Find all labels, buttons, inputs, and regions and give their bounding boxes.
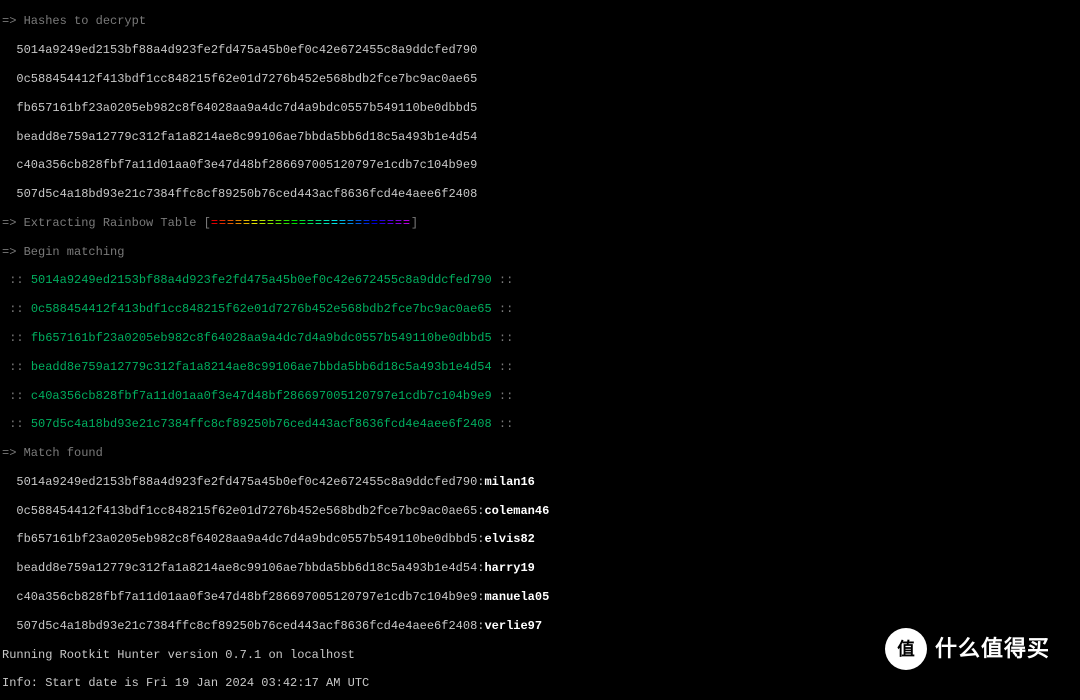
hash-line: c40a356cb828fbf7a11d01aa0f3e47d48bf28669…	[2, 158, 1078, 172]
hashes-header: => Hashes to decrypt	[2, 14, 1078, 28]
match-row: :: 0c588454412f413bdf1cc848215f62e01d727…	[2, 302, 1078, 316]
match-hash: fb657161bf23a0205eb982c8f64028aa9a4dc7d4…	[31, 331, 492, 345]
match-hash: 0c588454412f413bdf1cc848215f62e01d7276b4…	[31, 302, 492, 316]
found-hash: fb657161bf23a0205eb982c8f64028aa9a4dc7d4…	[16, 532, 477, 546]
hash-line: 507d5c4a18bd93e21c7384ffc8cf89250b76ced4…	[2, 187, 1078, 201]
found-hash: c40a356cb828fbf7a11d01aa0f3e47d48bf28669…	[16, 590, 477, 604]
watermark-badge-icon: 值	[885, 628, 927, 670]
info-line: Info: Start date is Fri 19 Jan 2024 03:4…	[2, 676, 1078, 690]
found-hash: 0c588454412f413bdf1cc848215f62e01d7276b4…	[16, 504, 477, 518]
hash-line: 0c588454412f413bdf1cc848215f62e01d7276b4…	[2, 72, 1078, 86]
found-password: manuela05	[484, 590, 549, 604]
found-password: elvis82	[484, 532, 534, 546]
found-row: c40a356cb828fbf7a11d01aa0f3e47d48bf28669…	[2, 590, 1078, 604]
found-password: milan16	[484, 475, 534, 489]
rainbow-bar-icon: =========================	[211, 216, 411, 230]
found-row: 0c588454412f413bdf1cc848215f62e01d7276b4…	[2, 504, 1078, 518]
extracting-suffix: ]	[411, 216, 418, 230]
hash-line: fb657161bf23a0205eb982c8f64028aa9a4dc7d4…	[2, 101, 1078, 115]
extracting-line: => Extracting Rainbow Table [===========…	[2, 216, 1078, 230]
match-hash: beadd8e759a12779c312fa1a8214ae8c99106ae7…	[31, 360, 492, 374]
found-password: verlie97	[484, 619, 542, 633]
hash-line: beadd8e759a12779c312fa1a8214ae8c99106ae7…	[2, 130, 1078, 144]
match-row: :: 507d5c4a18bd93e21c7384ffc8cf89250b76c…	[2, 417, 1078, 431]
found-password: coleman46	[484, 504, 549, 518]
match-row: :: 5014a9249ed2153bf88a4d923fe2fd475a45b…	[2, 273, 1078, 287]
match-hash: 5014a9249ed2153bf88a4d923fe2fd475a45b0ef…	[31, 273, 492, 287]
found-hash: 5014a9249ed2153bf88a4d923fe2fd475a45b0ef…	[16, 475, 477, 489]
match-row: :: c40a356cb828fbf7a11d01aa0f3e47d48bf28…	[2, 389, 1078, 403]
info-line	[2, 691, 1078, 700]
watermark-text: 什么值得买	[935, 636, 1050, 662]
watermark: 值 什么值得买	[885, 628, 1050, 670]
match-hash: 507d5c4a18bd93e21c7384ffc8cf89250b76ced4…	[31, 417, 492, 431]
terminal-output: => Hashes to decrypt 5014a9249ed2153bf88…	[0, 0, 1080, 700]
found-hash: beadd8e759a12779c312fa1a8214ae8c99106ae7…	[16, 561, 477, 575]
found-row: fb657161bf23a0205eb982c8f64028aa9a4dc7d4…	[2, 532, 1078, 546]
found-row: 5014a9249ed2153bf88a4d923fe2fd475a45b0ef…	[2, 475, 1078, 489]
match-row: :: beadd8e759a12779c312fa1a8214ae8c99106…	[2, 360, 1078, 374]
match-found-header: => Match found	[2, 446, 1078, 460]
extracting-prefix: => Extracting Rainbow Table [	[2, 216, 211, 230]
found-password: harry19	[484, 561, 534, 575]
svg-text:值: 值	[897, 639, 915, 659]
hash-line: 5014a9249ed2153bf88a4d923fe2fd475a45b0ef…	[2, 43, 1078, 57]
found-hash: 507d5c4a18bd93e21c7384ffc8cf89250b76ced4…	[16, 619, 477, 633]
begin-matching-header: => Begin matching	[2, 245, 1078, 259]
match-hash: c40a356cb828fbf7a11d01aa0f3e47d48bf28669…	[31, 389, 492, 403]
match-row: :: fb657161bf23a0205eb982c8f64028aa9a4dc…	[2, 331, 1078, 345]
found-row: beadd8e759a12779c312fa1a8214ae8c99106ae7…	[2, 561, 1078, 575]
